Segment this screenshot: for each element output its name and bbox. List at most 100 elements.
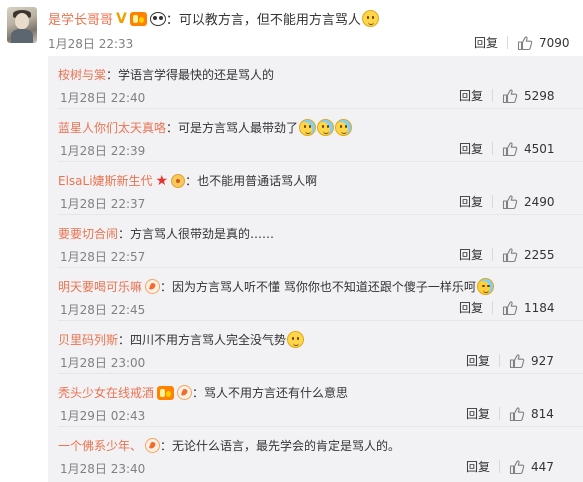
main-comment-actions: 回复 7090 — [474, 34, 570, 51]
main-username[interactable]: 是学长哥哥 — [48, 9, 113, 28]
main-comment: 是学长哥哥 V ：可以教方言，但不能用方言骂人 1月28日 22:33 回复 7… — [0, 0, 583, 55]
reply-username[interactable]: 蓝星人你们太天真咯 — [58, 119, 166, 136]
reply-date: 1月29日 02:43 — [60, 409, 146, 423]
main-comment-date: 1月28日 22:33 — [48, 37, 134, 51]
divider — [492, 89, 494, 102]
divider — [499, 460, 501, 473]
reply-date: 1月28日 23:00 — [60, 356, 146, 370]
reply-date: 1月28日 22:40 — [60, 91, 146, 105]
reply-username[interactable]: 明天要喝可乐嘛 — [58, 278, 142, 295]
like-count: 447 — [531, 459, 554, 474]
cry-laugh-emoji-icon — [317, 119, 335, 136]
reply-actions: 回复 447 — [466, 458, 554, 475]
flower-badge-icon[interactable] — [171, 173, 186, 188]
thumbs-up-icon — [502, 247, 518, 262]
smile-emoji-icon — [361, 10, 379, 27]
reply-username[interactable]: 一个佛系少年、 — [58, 437, 142, 454]
reply-username[interactable]: 桉树与棠 — [58, 66, 106, 83]
like-count: 927 — [531, 353, 554, 368]
reply-button[interactable]: 回复 — [459, 299, 483, 316]
reply-item: ElsaLi婕斯新生代 ★ ：也不能用普通话骂人啊 1月28日 22:37 回复… — [48, 162, 583, 215]
divider — [492, 248, 494, 261]
reply-text: ：学语言学得最快的还是骂人的 — [106, 68, 275, 82]
reply-item: 秃头少女在线戒酒 ：骂人不用方言还有什么意思 1月29日 02:43 回复 81… — [48, 374, 583, 427]
vip-badge-icon[interactable] — [129, 11, 147, 26]
reply-item: 明天要喝可乐嘛 ：因为方言骂人听不懂 骂你你也不知道还跟个傻子一样乐呵 1月28… — [48, 268, 583, 321]
reply-item: 桉树与棠 ：学语言学得最快的还是骂人的 1月28日 22:40 回复 5298 — [48, 56, 583, 109]
smirk-emoji-icon — [287, 331, 305, 348]
reply-username[interactable]: ElsaLi婕斯新生代 — [58, 172, 153, 189]
like-button[interactable]: 4501 — [502, 141, 555, 157]
reply-username[interactable]: 秃头少女在线戒酒 — [58, 384, 154, 401]
like-button[interactable]: 447 — [509, 459, 554, 475]
reply-button[interactable]: 回复 — [459, 140, 483, 157]
reply-list: 桉树与棠 ：学语言学得最快的还是骂人的 1月28日 22:40 回复 5298 … — [48, 56, 583, 482]
reply-item: 蓝星人你们太天真咯 ：可是方言骂人最带劲了 1月28日 22:39 回复 450… — [48, 109, 583, 162]
like-button[interactable]: 2490 — [502, 194, 555, 210]
thumbs-up-icon — [509, 406, 525, 421]
reply-date: 1月28日 22:37 — [60, 197, 146, 211]
thumbs-up-icon — [502, 88, 518, 103]
thumbs-up-icon — [502, 194, 518, 209]
like-button[interactable]: 927 — [509, 353, 554, 369]
fan-badge-icon[interactable] — [145, 279, 161, 294]
reply-text: ：因为方言骂人听不懂 骂你你也不知道还跟个傻子一样乐呵 — [160, 280, 476, 294]
verified-v-icon[interactable]: V — [116, 11, 127, 27]
reply-actions: 回复 814 — [466, 405, 554, 422]
reply-text: ：无论什么语言，最先学会的肯定是骂人的。 — [160, 439, 401, 453]
reply-line: 一个佛系少年、 ：无论什么语言，最先学会的肯定是骂人的。 — [58, 437, 400, 454]
laugh-emoji-icon — [476, 278, 494, 295]
fan-badge-icon[interactable] — [145, 438, 161, 453]
reply-date: 1月28日 22:57 — [60, 250, 146, 264]
reply-line: 要要切合闹 ：方言骂人很带劲是真的…… — [58, 225, 274, 242]
reply-line: 贝里码列斯 ：四川不用方言骂人完全没气势 — [58, 331, 305, 348]
reply-line: ElsaLi婕斯新生代 ★ ：也不能用普通话骂人啊 — [58, 172, 317, 189]
cry-laugh-emoji-icon — [335, 119, 353, 136]
like-button[interactable]: 7090 — [517, 35, 570, 51]
reply-text: ：骂人不用方言还有什么意思 — [192, 386, 349, 400]
like-count: 4501 — [524, 141, 555, 156]
reply-date: 1月28日 23:40 — [60, 462, 146, 476]
reply-button[interactable]: 回复 — [466, 458, 490, 475]
reply-actions: 回复 2255 — [459, 246, 555, 263]
like-button[interactable]: 814 — [509, 406, 554, 422]
reply-button[interactable]: 回复 — [459, 87, 483, 104]
fan-badge-icon[interactable] — [177, 385, 193, 400]
reply-actions: 回复 1184 — [459, 299, 555, 316]
thumbs-up-icon — [509, 353, 525, 368]
reply-button[interactable]: 回复 — [459, 246, 483, 263]
reply-text: ：也不能用普通话骂人啊 — [185, 174, 318, 188]
like-button[interactable]: 1184 — [502, 300, 555, 316]
reply-line: 桉树与棠 ：学语言学得最快的还是骂人的 — [58, 66, 274, 83]
main-comment-text: ：可以教方言，但不能用方言骂人 — [165, 13, 361, 28]
reply-text: ：四川不用方言骂人完全没气势 — [118, 333, 287, 347]
reply-line: 秃头少女在线戒酒 ：骂人不用方言还有什么意思 — [58, 384, 348, 401]
reply-button[interactable]: 回复 — [466, 405, 490, 422]
reply-username[interactable]: 要要切合闹 — [58, 225, 118, 242]
reply-item: 要要切合闹 ：方言骂人很带劲是真的…… 1月28日 22:57 回复 2255 — [48, 215, 583, 268]
like-button[interactable]: 2255 — [502, 247, 555, 263]
reply-actions: 回复 2490 — [459, 193, 555, 210]
panda-badge-icon[interactable] — [149, 11, 166, 26]
thumbs-up-icon — [517, 35, 533, 50]
thumbs-up-icon — [502, 141, 518, 156]
divider — [492, 142, 494, 155]
reply-username[interactable]: 贝里码列斯 — [58, 331, 118, 348]
like-button[interactable]: 5298 — [502, 88, 555, 104]
like-count: 2255 — [524, 247, 555, 262]
vip-badge-icon[interactable] — [157, 385, 175, 400]
reply-button[interactable]: 回复 — [466, 352, 490, 369]
reply-date: 1月28日 22:45 — [60, 303, 146, 317]
reply-button[interactable]: 回复 — [474, 34, 498, 51]
divider — [492, 301, 494, 314]
reply-line: 蓝星人你们太天真咯 ：可是方言骂人最带劲了 — [58, 119, 353, 136]
reply-button[interactable]: 回复 — [459, 193, 483, 210]
avatar[interactable] — [7, 7, 37, 43]
like-count: 814 — [531, 406, 554, 421]
divider — [492, 195, 494, 208]
reply-line: 明天要喝可乐嘛 ：因为方言骂人听不懂 骂你你也不知道还跟个傻子一样乐呵 — [58, 278, 494, 295]
thumbs-up-icon — [502, 300, 518, 315]
reply-item: 贝里码列斯 ：四川不用方言骂人完全没气势 1月28日 23:00 回复 927 — [48, 321, 583, 374]
reply-date: 1月28日 22:39 — [60, 144, 146, 158]
star-badge-icon[interactable]: ★ — [156, 173, 169, 189]
